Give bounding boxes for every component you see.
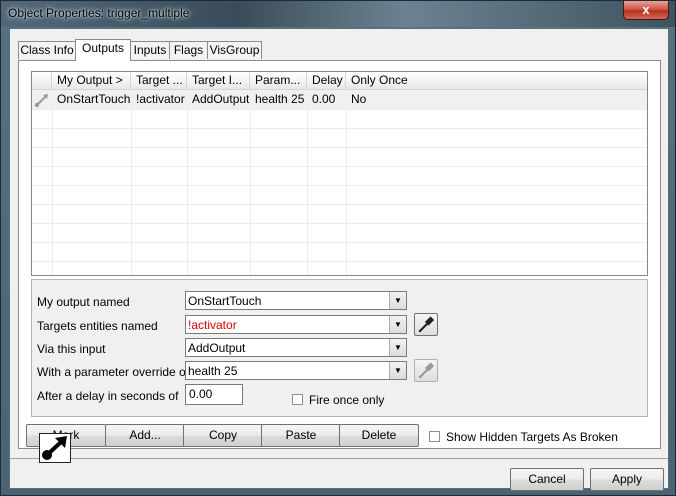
tab-class-info[interactable]: Class Info — [18, 41, 76, 59]
header-icon-col[interactable] — [32, 72, 52, 89]
header-delay[interactable]: Delay — [307, 72, 346, 89]
cell-only-once: No — [351, 92, 367, 106]
my-output-combo[interactable]: OnStartTouch ▼ — [185, 291, 407, 310]
title-bar[interactable]: Object Properties: trigger_multiple x — [1, 1, 675, 27]
cell-my-output: OnStartTouch — [57, 92, 131, 106]
paste-button[interactable]: Paste — [261, 424, 341, 447]
param-combo[interactable]: health 25 ▼ — [185, 361, 407, 380]
via-input-combo[interactable]: AddOutput ▼ — [185, 338, 407, 357]
pick-param-button[interactable] — [414, 359, 438, 382]
list-header: My Output > Target ... Target I... Param… — [32, 72, 647, 90]
header-only-once[interactable]: Only Once — [346, 72, 647, 89]
chevron-down-icon[interactable]: ▼ — [389, 339, 406, 356]
fire-once-checkbox[interactable] — [292, 394, 303, 405]
apply-button[interactable]: Apply — [590, 468, 664, 491]
pick-target-button[interactable] — [414, 313, 438, 336]
tab-inputs[interactable]: Inputs — [130, 41, 170, 59]
tab-flags[interactable]: Flags — [169, 41, 208, 59]
chevron-down-icon[interactable]: ▼ — [389, 292, 406, 309]
targets-combo[interactable]: !activator ▼ — [185, 315, 407, 334]
close-button[interactable]: x — [623, 1, 669, 20]
outputs-list[interactable]: My Output > Target ... Target I... Param… — [31, 71, 648, 276]
delete-button[interactable]: Delete — [339, 424, 419, 447]
output-connection-icon — [32, 90, 52, 109]
output-status-box — [39, 433, 71, 463]
chevron-down-icon[interactable]: ▼ — [389, 316, 406, 333]
header-param[interactable]: Param... — [250, 72, 307, 89]
via-input-value: AddOutput — [188, 341, 246, 355]
cancel-button[interactable]: Cancel — [510, 468, 584, 491]
outputs-panel: My Output > Target ... Target I... Param… — [18, 60, 661, 449]
targets-label: Targets entities named — [37, 319, 158, 333]
via-input-label: Via this input — [37, 342, 106, 356]
properties-window: Object Properties: trigger_multiple x Cl… — [0, 0, 676, 496]
cell-target-input: AddOutput — [192, 92, 250, 106]
header-target-input[interactable]: Target I... — [187, 72, 250, 89]
add-button[interactable]: Add... — [105, 424, 185, 447]
my-output-label: My output named — [37, 295, 130, 309]
eyedropper-icon — [418, 316, 435, 333]
delay-input[interactable]: 0.00 — [185, 384, 243, 405]
delay-label: After a delay in seconds of — [37, 389, 179, 403]
my-output-value: OnStartTouch — [188, 294, 262, 308]
output-edit-form: My output named OnStartTouch ▼ Targets e… — [31, 279, 648, 417]
cell-delay: 0.00 — [312, 92, 336, 106]
header-target[interactable]: Target ... — [131, 72, 187, 89]
header-my-output[interactable]: My Output > — [52, 72, 131, 89]
param-value: health 25 — [188, 364, 238, 378]
show-hidden-label: Show Hidden Targets As Broken — [446, 430, 618, 444]
tab-visgroup[interactable]: VisGroup — [207, 41, 262, 59]
eyedropper-icon — [418, 362, 435, 379]
copy-button[interactable]: Copy — [183, 424, 263, 447]
fire-once-label: Fire once only — [309, 393, 385, 407]
footer-divider — [10, 458, 668, 459]
show-hidden-checkbox[interactable] — [429, 431, 440, 442]
param-label: With a parameter override of — [37, 365, 190, 379]
targets-value: !activator — [188, 318, 237, 332]
cell-target: !activator — [136, 92, 185, 106]
tab-outputs[interactable]: Outputs — [75, 39, 131, 61]
list-gridlines — [32, 90, 647, 275]
chevron-down-icon[interactable]: ▼ — [389, 362, 406, 379]
cell-param: health 25 — [255, 92, 305, 106]
table-row[interactable]: OnStartTouch !activator AddOutput health… — [32, 90, 647, 109]
output-arrow-icon — [42, 436, 67, 460]
window-title: Object Properties: trigger_multiple — [8, 6, 190, 20]
dialog-client: Class Info Outputs Inputs Flags VisGroup… — [9, 28, 669, 491]
